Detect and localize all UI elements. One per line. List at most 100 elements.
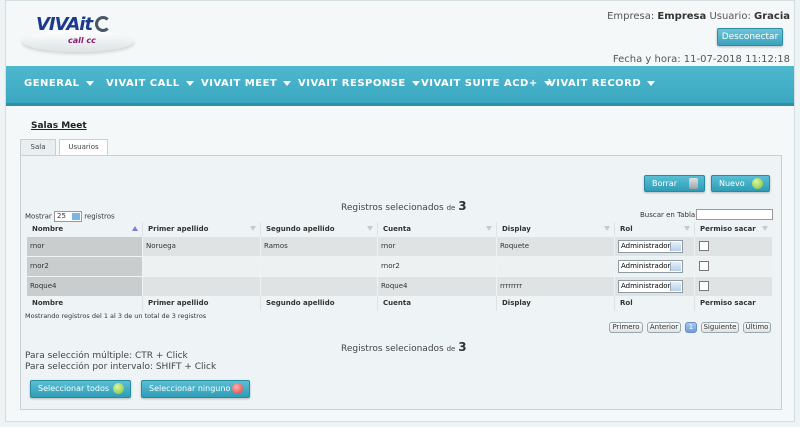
table-row[interactable]: rnor Noruega Ramos rnor Roquete Administ…: [27, 237, 772, 256]
column-header-segundo-apellido[interactable]: Segundo apellido: [261, 222, 378, 237]
sort-icon: [367, 226, 373, 231]
plus-icon: [752, 178, 763, 189]
table-row[interactable]: Roque4 Roque4 rrrrrrrr Administrador: [27, 277, 772, 296]
selected-de: de: [446, 345, 456, 353]
selected-label: Registros selecionados: [341, 344, 444, 354]
datetime: Fecha y hora: 11-07-2018 11:12:18: [613, 54, 790, 65]
cell-cuenta: rnor2: [378, 257, 496, 276]
column-header-nombre[interactable]: Nombre: [27, 222, 143, 237]
caret-down-icon: [647, 80, 656, 86]
column-footer-nombre: Nombre: [27, 296, 143, 311]
cell-segundo-apellido: [261, 257, 377, 276]
vivait-logo[interactable]: VIVAit call cc: [22, 10, 134, 52]
nav-item-label: VIVAIT RESPONSE: [298, 78, 406, 89]
new-button-label: Nuevo: [719, 179, 745, 188]
table-info: Mostrando registros del 1 al 3 de un tot…: [25, 312, 207, 320]
pagination-next[interactable]: Siguiente: [701, 322, 739, 333]
user-info: Empresa: Empresa Usuario: Gracia: [607, 11, 790, 22]
cell-rol: Administrador: [615, 237, 694, 256]
pagination-first[interactable]: Primero: [609, 322, 643, 333]
empresa-value: Empresa: [657, 11, 707, 22]
permiso-checkbox[interactable]: [699, 281, 709, 291]
sort-icon: [604, 226, 610, 231]
datetime-label: Fecha y hora:: [612, 54, 681, 65]
nav-item-vivait-suite-acd[interactable]: VIVAIT SUITE ACD+: [421, 78, 552, 89]
nav-item-general[interactable]: GENERAL: [24, 78, 94, 89]
cell-primer-apellido: [143, 277, 260, 296]
cell-segundo-apellido: [261, 277, 377, 296]
selected-count: 3: [458, 340, 467, 354]
column-header-label: Primer apellido: [148, 225, 209, 233]
sort-icon: [762, 226, 768, 231]
selected-count-top: Registros selecionados de 3: [341, 199, 467, 213]
disconnect-button[interactable]: Desconectar: [717, 28, 783, 46]
page-title[interactable]: Salas Meet: [31, 121, 87, 131]
select-all-button[interactable]: Seleccionar todos: [30, 380, 131, 398]
pagination-prev[interactable]: Anterior: [647, 322, 681, 333]
cell-primer-apellido: Noruega: [143, 237, 260, 256]
permiso-checkbox[interactable]: [699, 241, 709, 251]
tab-sala[interactable]: Sala: [20, 139, 56, 155]
rol-select[interactable]: Administrador: [618, 260, 683, 273]
column-header-label: Nombre: [32, 225, 64, 233]
column-footer-segundo-apellido: Segundo apellido: [261, 296, 378, 311]
cell-display: rrrrrrrr: [497, 277, 614, 296]
nav-item-vivait-response[interactable]: VIVAIT RESPONSE: [298, 78, 420, 89]
nav-item-vivait-record[interactable]: VIVAIT RECORD: [548, 78, 656, 89]
sort-icon: [486, 226, 492, 231]
show-suffix: registros: [84, 212, 115, 221]
nav-item-label: VIVAIT MEET: [201, 78, 278, 89]
search-label: Buscar en Tabla:: [640, 211, 698, 219]
nav-item-label: VIVAIT SUITE ACD+: [421, 78, 538, 89]
cell-permiso: [695, 237, 772, 256]
sort-asc-icon: [132, 226, 138, 231]
caret-down-icon: [411, 80, 420, 86]
cell-display: [497, 257, 614, 276]
pagination-last[interactable]: Último: [743, 322, 771, 333]
new-button[interactable]: Nuevo: [711, 175, 770, 192]
column-header-label: Rol: [620, 225, 633, 233]
rol-select[interactable]: Administrador: [618, 280, 683, 293]
pagination-current[interactable]: 1: [685, 322, 697, 333]
search-input[interactable]: [696, 209, 773, 220]
permiso-checkbox[interactable]: [699, 261, 709, 271]
cell-permiso: [695, 277, 772, 296]
table-row[interactable]: rnor2 rnor2 Administrador: [27, 257, 772, 276]
column-header-rol[interactable]: Rol: [615, 222, 695, 237]
selected-label: Registros selecionados: [341, 203, 444, 213]
rol-select[interactable]: Administrador: [618, 240, 683, 253]
column-header-label: Display: [502, 225, 531, 233]
column-header-label: Segundo apellido: [266, 225, 335, 233]
trash-icon: [689, 178, 698, 189]
column-header-display[interactable]: Display: [497, 222, 615, 237]
column-header-cuenta[interactable]: Cuenta: [378, 222, 497, 237]
table-header: Nombre Primer apellido Segundo apellido …: [27, 222, 772, 237]
delete-button[interactable]: Borrar: [644, 175, 705, 192]
column-header-label: Cuenta: [383, 225, 411, 233]
column-header-primer-apellido[interactable]: Primer apellido: [143, 222, 261, 237]
close-icon: [232, 383, 243, 394]
page-size-select[interactable]: 25: [54, 211, 82, 222]
nav-item-vivait-call[interactable]: VIVAIT CALL: [106, 78, 194, 89]
app-window: VIVAit call cc Empresa: Empresa Usuario:…: [0, 0, 800, 427]
usuario-label: Usuario:: [709, 11, 751, 22]
delete-button-label: Borrar: [652, 179, 678, 188]
column-header-permiso-sacar[interactable]: Permiso sacar: [695, 222, 772, 237]
tab-usuarios[interactable]: Usuarios: [59, 139, 108, 156]
caret-down-icon: [283, 80, 292, 86]
nav-item-vivait-meet[interactable]: VIVAIT MEET: [201, 78, 292, 89]
column-footer-primer-apellido: Primer apellido: [143, 296, 261, 311]
show-prefix: Mostrar: [25, 212, 52, 221]
logo-swirl-icon: [95, 16, 111, 32]
logo-subtext: call cc: [68, 36, 96, 45]
usuario-value: Gracia: [754, 11, 790, 22]
sort-icon: [250, 226, 256, 231]
plus-icon: [113, 383, 124, 394]
cell-nombre: rnor2: [27, 257, 142, 276]
column-footer-display: Display: [497, 296, 615, 311]
sort-icon: [684, 226, 690, 231]
cell-display: Roquete: [497, 237, 614, 256]
nav-item-label: GENERAL: [24, 78, 80, 89]
nav-item-label: VIVAIT RECORD: [548, 78, 642, 89]
select-none-button[interactable]: Seleccionar ninguno: [141, 380, 250, 398]
